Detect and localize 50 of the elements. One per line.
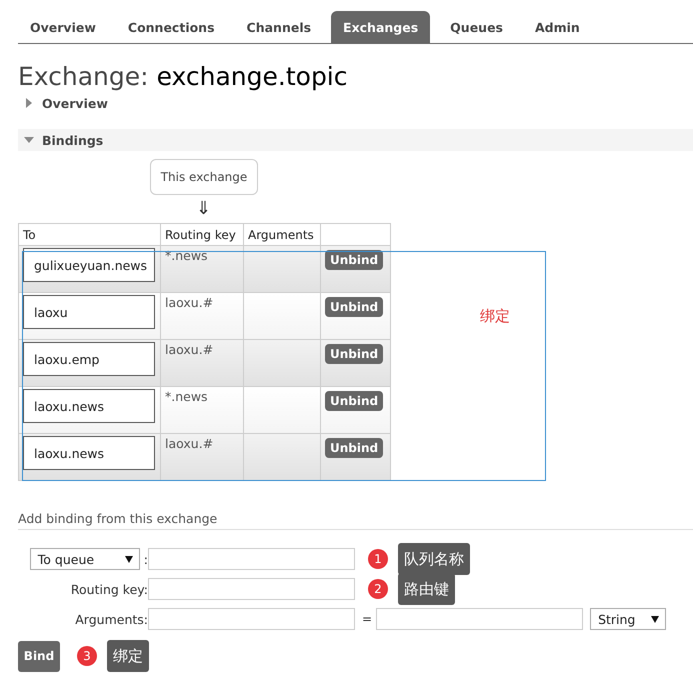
queue-name[interactable]: laoxu.news — [23, 436, 155, 470]
column-header: To — [18, 224, 160, 246]
destination-select[interactable]: To queue — [30, 548, 140, 570]
unbind-button[interactable]: Unbind — [325, 391, 384, 411]
queue-name[interactable]: laoxu — [23, 295, 155, 329]
unbind-button[interactable]: Unbind — [325, 250, 384, 270]
unbind-button[interactable]: Unbind — [325, 438, 384, 458]
queue-name[interactable]: laoxu.news — [23, 389, 155, 423]
argument-key-input[interactable] — [148, 608, 355, 630]
nav-tab[interactable]: Admin — [523, 11, 592, 43]
page-title: Exchange: exchange.topic — [18, 64, 348, 89]
down-arrow: ⇓ — [196, 197, 212, 221]
routing-key-input[interactable] — [148, 578, 355, 600]
nav-tab[interactable]: Queues — [438, 11, 515, 43]
annotation-tooltip: 路由键 — [398, 573, 455, 605]
annotation-tooltip: 绑定 — [107, 640, 149, 672]
field-label: : — [144, 552, 148, 566]
routing-key: *.news — [165, 389, 208, 404]
number-marker: 3 — [77, 646, 97, 666]
routing-key: laoxu.# — [165, 436, 214, 451]
argument-value-input[interactable] — [376, 608, 584, 630]
dropdown-caret-icon — [651, 616, 660, 622]
queue-name[interactable]: gulixueyuan.news — [23, 248, 155, 282]
equals-sign: = — [362, 612, 372, 626]
source-exchange-box: This exchange — [150, 159, 258, 195]
routing-key: laoxu.# — [165, 342, 214, 357]
routing-key: *.news — [165, 248, 208, 263]
nav-tab[interactable]: Exchanges — [331, 11, 430, 43]
field-label: Routing key: — [70, 582, 148, 596]
type-select[interactable]: String — [590, 608, 666, 630]
section-title: Add binding from this exchange — [18, 511, 693, 530]
annotation-label: 绑定 — [480, 307, 510, 326]
queue-input[interactable] — [148, 548, 355, 570]
dropdown-caret-icon — [124, 556, 133, 562]
annotation-tooltip: 队列名称 — [398, 543, 470, 575]
section-header[interactable]: Overview — [18, 92, 693, 114]
collapsed-triangle-icon — [24, 98, 34, 108]
queue-name[interactable]: laoxu.emp — [23, 342, 155, 376]
number-marker: 2 — [368, 579, 388, 599]
field-label: Arguments: — [75, 612, 148, 626]
routing-key: laoxu.# — [165, 295, 214, 310]
section-header[interactable]: Bindings — [18, 129, 693, 151]
expanded-triangle-icon — [24, 135, 34, 145]
nav-tab[interactable]: Overview — [18, 11, 108, 43]
nav-tab[interactable]: Connections — [116, 11, 227, 43]
bind-button[interactable]: Bind — [18, 640, 60, 672]
nav-tab[interactable]: Channels — [234, 11, 324, 43]
unbind-button[interactable]: Unbind — [325, 344, 384, 364]
unbind-button[interactable]: Unbind — [325, 297, 384, 317]
number-marker: 1 — [368, 549, 388, 569]
